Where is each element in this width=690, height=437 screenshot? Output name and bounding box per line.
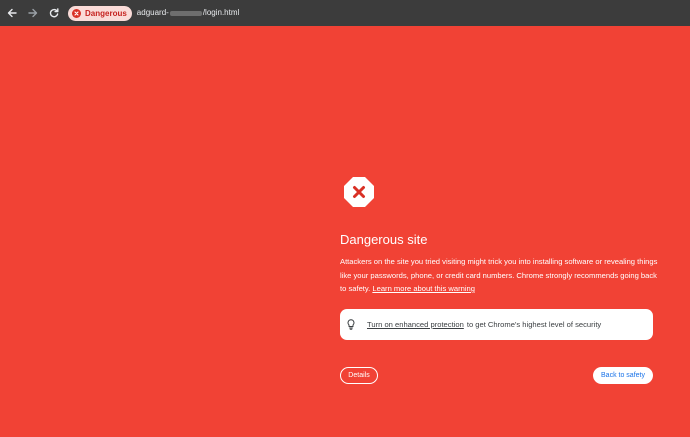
url-text[interactable]: adguard- /login.html	[137, 7, 240, 19]
warning-description: Attackers on the site you tried visiting…	[340, 255, 660, 296]
back-to-safety-button[interactable]: Back to safety	[593, 367, 653, 384]
arrow-left-icon	[7, 8, 17, 18]
forward-button[interactable]	[24, 4, 42, 22]
danger-icon	[72, 8, 81, 18]
url-redacted	[169, 10, 202, 16]
security-chip-label: Dangerous	[85, 8, 127, 18]
reload-button[interactable]	[45, 4, 63, 22]
address-bar[interactable]: Dangerous adguard- /login.html	[68, 3, 239, 23]
arrow-right-icon	[28, 8, 38, 18]
enhanced-protection-link[interactable]: Turn on enhanced protection	[367, 320, 464, 329]
learn-more-link[interactable]: Learn more about this warning	[372, 284, 475, 293]
security-chip[interactable]: Dangerous	[68, 5, 132, 21]
url-path: /login.html	[202, 8, 240, 17]
browser-toolbar: Dangerous adguard- /login.html	[0, 0, 690, 26]
promo-text: to get Chrome's highest level of securit…	[466, 320, 602, 329]
lightbulb-icon	[347, 319, 357, 331]
back-button[interactable]	[3, 4, 21, 22]
browser-window: Dangerous adguard- /login.html Dangerous…	[0, 0, 690, 437]
details-button[interactable]: Details	[340, 367, 378, 384]
danger-octagon-icon	[344, 177, 374, 207]
enhanced-protection-promo: Turn on enhanced protection to get Chrom…	[340, 309, 653, 340]
url-host: adguard-	[136, 8, 169, 17]
reload-icon	[49, 8, 59, 18]
page-title: Dangerous site	[340, 232, 428, 247]
